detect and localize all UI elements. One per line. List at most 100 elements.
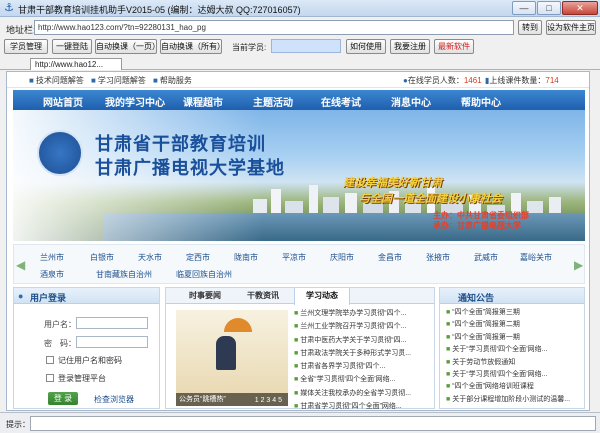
browser-tab-strip: http://www.hao12... — [0, 57, 600, 70]
news-tabs: 时事要闻 干教资讯 学习动态 — [166, 288, 434, 305]
status-field — [30, 416, 596, 431]
bullet-icon: ■ — [294, 310, 299, 317]
nav-theme-activity[interactable]: 主题活动 — [253, 94, 293, 109]
bullet-icon: ■ — [294, 336, 299, 344]
admin-checkbox[interactable] — [46, 374, 54, 382]
list-item[interactable]: ■ 甘肃省学习贯彻“四个全面”网络... — [294, 400, 432, 410]
tab-current-affairs[interactable]: 时事要闻 — [178, 288, 232, 304]
list-item[interactable]: ■ 全省“学习贯彻‘四个全面’网络... — [294, 373, 432, 386]
bullet-icon: ■ — [446, 309, 451, 316]
city-link[interactable]: 定西市 — [186, 252, 210, 263]
close-button[interactable]: ✕ — [562, 1, 598, 15]
how-to-use-button[interactable]: 如何使用 — [346, 39, 386, 54]
banner-slogan-1: 建设幸福美好新甘肃 — [343, 177, 442, 189]
password-input[interactable] — [76, 336, 148, 348]
address-input[interactable] — [34, 20, 514, 35]
school-seal-icon — [37, 130, 83, 176]
news-panel: 时事要闻 干教资讯 学习动态 公务员“跳槽热” 1 2 3 4 5 ■ 兰州文理学… — [165, 287, 435, 410]
city-link[interactable]: 临夏回族自治州 — [176, 269, 232, 280]
help-service-link[interactable]: ■ 帮助服务 — [153, 75, 192, 86]
login-button[interactable]: 登 录 — [48, 392, 78, 405]
list-item[interactable]: ■ “四个全面”简报第二期 — [446, 319, 584, 331]
list-item[interactable]: ■ “四个全面”简报第一期 — [446, 332, 584, 344]
register-button[interactable]: 我要注册 — [390, 39, 430, 54]
tab-hao123[interactable]: http://www.hao12... — [30, 58, 122, 70]
site-nav: 网站首页 我的学习中心 课程超市 主题活动 在线考试 消息中心 帮助中心 — [13, 90, 585, 110]
bullet-icon: ■ — [294, 349, 299, 357]
nav-course-market[interactable]: 课程超市 — [183, 94, 223, 109]
news-photo[interactable]: 公务员“跳槽热” 1 2 3 4 5 — [176, 310, 288, 406]
city-link[interactable]: 白银市 — [90, 252, 114, 263]
city-link[interactable]: 庆阳市 — [330, 252, 354, 263]
chevron-left-icon[interactable]: ◀ — [16, 257, 26, 273]
city-link[interactable]: 平凉市 — [282, 252, 306, 263]
tab-cadre-news[interactable]: 干教资讯 — [236, 288, 290, 304]
remember-checkbox[interactable] — [46, 356, 54, 364]
chevron-right-icon[interactable]: ▶ — [574, 257, 584, 273]
site-banner: 甘肃省干部教育培训 甘肃广播电视大学基地 建设幸福美好新甘肃 与全国一道全面建设… — [13, 110, 585, 241]
city-link[interactable]: 嘉峪关市 — [520, 252, 552, 263]
city-link[interactable]: 天水市 — [138, 252, 162, 263]
username-input[interactable] — [76, 317, 148, 329]
banner-slogan-2: 与全国一道全面建设小康社会 — [359, 193, 502, 205]
title-bar: ⚓ 甘肃干部教育培训挂机助手V2015-05 (编制：达姆大叔 QQ:72701… — [0, 0, 600, 17]
password-label: 密 码： — [44, 339, 76, 348]
city-link[interactable]: 陇南市 — [234, 252, 258, 263]
list-item[interactable]: ■ “四个全面”简报第三期 — [446, 307, 584, 319]
bullet-icon: ■ — [446, 395, 451, 403]
list-item[interactable]: ■ 关于“学习贯彻‘四个全面’网络... — [446, 344, 584, 356]
list-item[interactable]: ■ “四个全面”网络培训班课程 — [446, 381, 584, 393]
notice-list: ■ “四个全面”简报第三期 ■ “四个全面”简报第二期 ■ “四个全面”简报第一期 ■… — [446, 307, 584, 406]
city-link[interactable]: 兰州市 — [40, 252, 64, 263]
latest-software-button[interactable]: 最新软件 — [434, 39, 474, 54]
square-icon: ■ — [153, 76, 158, 85]
list-item[interactable]: ■ 兰州工业学院召开学习贯彻“四个... — [294, 320, 432, 333]
square-icon: ■ — [91, 76, 96, 85]
list-item[interactable]: ■ 兰州文理学院举办学习贯彻“四个... — [294, 307, 432, 320]
nav-help-center[interactable]: 帮助中心 — [461, 94, 501, 109]
city-link[interactable]: 酒泉市 — [40, 269, 64, 280]
list-item[interactable]: ■ 关于劳动节放假通知 — [446, 357, 584, 369]
city-link[interactable]: 张掖市 — [426, 252, 450, 263]
photo-pager[interactable]: 1 2 3 4 5 — [255, 397, 282, 404]
username-label: 用户名： — [44, 320, 76, 329]
current-student-field[interactable] — [271, 39, 341, 53]
one-click-login-button[interactable]: 一键登陆 — [52, 39, 92, 54]
nav-home[interactable]: 网站首页 — [43, 94, 83, 109]
user-icon: ● — [18, 291, 24, 301]
set-home-button[interactable]: 设为软件主页 — [546, 20, 596, 35]
tech-faq-link[interactable]: ■ 技术问题解答 — [29, 75, 84, 86]
window-controls: — □ ✕ — [512, 1, 598, 15]
go-button[interactable]: 转到 — [518, 20, 542, 35]
city-link[interactable]: 武威市 — [474, 252, 498, 263]
list-item[interactable]: ■ 关于部分课程增加阶段小测试的温馨... — [446, 394, 584, 406]
list-item[interactable]: ■ 关于“学习贯彻‘四个全面’网络... — [446, 369, 584, 381]
bullet-icon: ■ — [446, 383, 451, 391]
window-title: 甘肃干部教育培训挂机助手V2015-05 (编制：达姆大叔 QQ:7270160… — [18, 5, 301, 15]
tab-study-updates[interactable]: 学习动态 — [294, 288, 350, 305]
bullet-icon: ■ — [446, 333, 451, 341]
banner-title-1: 甘肃省干部教育培训 — [95, 134, 266, 154]
login-panel: ● 用户登录 用户名： 密 码： 记住用户名和密码 登录管理平台 登 录 检查浏… — [13, 287, 160, 409]
site-topline: ■ 技术问题解答 ■ 学习问题解答 ■ 帮助服务 ●在线学员人数：1461 ▮上线课件… — [7, 72, 589, 88]
auto-switch-page-button[interactable]: 自动换课（一页） — [95, 39, 160, 54]
address-label: 地址栏: — [6, 25, 36, 35]
check-browser-link[interactable]: 检查浏览器 — [94, 394, 134, 405]
list-item[interactable]: ■ 甘肃中医药大学关于学习贯彻“四... — [294, 334, 432, 347]
status-bar: 提示： — [0, 412, 600, 433]
list-item[interactable]: ■ 甘肃政法学院关于多种形式学习贯... — [294, 347, 432, 360]
city-link[interactable]: 甘南藏族自治州 — [96, 269, 152, 280]
nav-online-exam[interactable]: 在线考试 — [321, 94, 361, 109]
auto-switch-all-button[interactable]: 自动换课（所有） — [160, 39, 225, 54]
nav-learning-center[interactable]: 我的学习中心 — [105, 94, 165, 109]
nav-message-center[interactable]: 消息中心 — [391, 94, 431, 109]
maximize-button[interactable]: □ — [537, 1, 561, 15]
news-list: ■ 兰州文理学院举办学习贯彻“四个... ■ 兰州工业学院召开学习贯彻“四个... … — [294, 307, 432, 410]
list-item[interactable]: ■ 媒体关注我校承办的全省学习贯彻... — [294, 387, 432, 400]
list-item[interactable]: ■ 甘肃省各界学习贯彻“四个... — [294, 360, 432, 373]
student-mgmt-button[interactable]: 学员管理 — [4, 39, 48, 54]
study-faq-link[interactable]: ■ 学习问题解答 — [91, 75, 146, 86]
bullet-icon: ■ — [294, 376, 299, 384]
minimize-button[interactable]: — — [512, 1, 536, 15]
city-link[interactable]: 金昌市 — [378, 252, 402, 263]
